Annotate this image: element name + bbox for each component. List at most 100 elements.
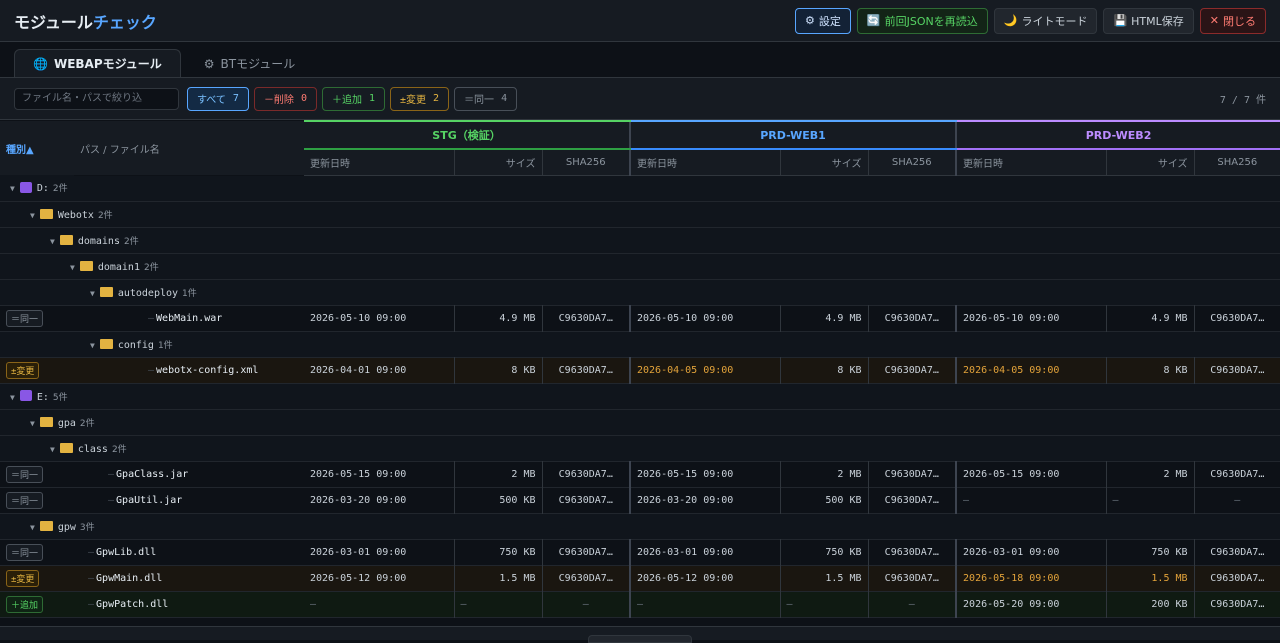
filter-added-button[interactable]: ＋追加 1	[321, 86, 385, 111]
tab-webap[interactable]: 🌐 WEBAPモジュール	[14, 49, 181, 77]
file-row[interactable]: ±変更 – webotx-config.xml 2026-04-01 09:00 8 K…	[0, 357, 1280, 383]
filter-added-count: 1	[368, 93, 375, 104]
folder-row[interactable]: ▼ gpa 2件	[0, 409, 1280, 435]
stg-size: 4.9 MB	[453, 305, 542, 331]
stg-sha-header[interactable]: SHA256	[541, 149, 630, 176]
folder-cell	[74, 435, 1280, 461]
folder-cell	[74, 253, 1280, 279]
folder-row[interactable]: ▼ D: 2件	[0, 175, 1280, 201]
filter-all-button[interactable]: すべて 7	[187, 86, 249, 111]
gear-icon: ⚙	[805, 14, 815, 27]
folder-name: gpa	[57, 417, 76, 429]
stg-sha[interactable]: C9630DA7…	[541, 539, 630, 565]
web1-sha[interactable]: C9630DA7…	[867, 487, 957, 513]
caret-down-icon[interactable]: ▼	[30, 419, 35, 428]
web2-size: 750 KB	[1105, 539, 1195, 565]
web2-size-header[interactable]: サイズ	[1105, 149, 1195, 176]
folder-row[interactable]: ▼ E: 5件	[0, 383, 1280, 409]
filter-deleted-count: 0	[300, 93, 307, 104]
filter-changed-button[interactable]: ±変更 2	[390, 86, 450, 111]
caret-down-icon[interactable]: ▼	[10, 184, 15, 193]
settings-label: 設定	[818, 14, 841, 28]
folder-count: 2件	[79, 418, 95, 429]
folder-row[interactable]: ▼ autodeploy 1件	[0, 279, 1280, 305]
file-row[interactable]: ＝同一 – WebMain.war 2026-05-10 09:00 4.9 MB C96…	[0, 305, 1280, 331]
folder-row[interactable]: ▼ domains 2件	[0, 227, 1280, 253]
file-name: WebMain.war	[156, 312, 223, 324]
file-row[interactable]: ＝同一 – GpwLib.dll 2026-03-01 09:00 750 KB C963…	[0, 539, 1280, 565]
save-html-button[interactable]: 💾 HTML保存	[1103, 7, 1194, 34]
folder-icon	[39, 208, 53, 219]
web1-sha[interactable]: C9630DA7…	[867, 461, 957, 487]
panel-resize-handle[interactable]	[588, 635, 692, 643]
web2-sha[interactable]: C9630DA7…	[1193, 461, 1280, 487]
stg-sha[interactable]: C9630DA7…	[541, 461, 630, 487]
settings-button[interactable]: ⚙ 設定	[795, 7, 851, 34]
web2-sha[interactable]: C9630DA7…	[1193, 357, 1280, 383]
web2-size: 4.9 MB	[1105, 305, 1195, 331]
web1-size-header[interactable]: サイズ	[779, 149, 868, 176]
path-header[interactable]: パス / ファイル名	[74, 121, 304, 175]
file-row[interactable]: ±変更 – GpwMain.dll 2026-05-12 09:00 1.5 MB C96…	[0, 565, 1280, 591]
folder-row[interactable]: ▼ domain1 2件	[0, 253, 1280, 279]
kind-cell: ＝同一	[0, 539, 74, 565]
folder-row[interactable]: ▼ config 1件	[0, 331, 1280, 357]
stg-sha[interactable]: C9630DA7…	[541, 357, 630, 383]
filter-same-button[interactable]: ＝同一 4	[454, 86, 518, 111]
web1-sha-header[interactable]: SHA256	[867, 149, 957, 176]
stg-sha[interactable]: —	[541, 591, 630, 617]
web2-sha-header[interactable]: SHA256	[1193, 149, 1280, 176]
bottom-panel	[0, 626, 1280, 643]
web1-sha[interactable]: C9630DA7…	[867, 539, 957, 565]
web1-sha[interactable]: —	[867, 591, 957, 617]
tab-bt[interactable]: ⚙ BTモジュール	[185, 49, 315, 77]
stg-date-header[interactable]: 更新日時	[304, 149, 454, 176]
web1-sha[interactable]: C9630DA7…	[867, 357, 957, 383]
web1-date-header[interactable]: 更新日時	[629, 149, 780, 176]
folder-icon	[59, 234, 73, 245]
stg-size-header[interactable]: サイズ	[453, 149, 542, 176]
folder-count: 2件	[111, 444, 127, 455]
caret-down-icon[interactable]: ▼	[50, 445, 55, 454]
reload-json-button[interactable]: 🔄 前回JSONを再読込	[856, 7, 988, 34]
stg-sha[interactable]: C9630DA7…	[541, 305, 630, 331]
save-icon: 💾	[1113, 14, 1128, 27]
folder-row[interactable]: ▼ class 2件	[0, 435, 1280, 461]
stg-sha[interactable]: C9630DA7…	[541, 565, 630, 591]
folder-row[interactable]: ▼ gpw 3件	[0, 513, 1280, 539]
save-html-label: HTML保存	[1131, 14, 1184, 28]
web2-sha[interactable]: C9630DA7…	[1193, 305, 1280, 331]
status-badge: ＝同一	[6, 543, 44, 561]
app-title-main: モジュール	[14, 12, 93, 32]
caret-down-icon[interactable]: ▼	[90, 289, 95, 298]
stg-sha[interactable]: C9630DA7…	[541, 487, 630, 513]
file-row[interactable]: ＝同一 – GpaUtil.jar 2026-03-20 09:00 500 KB C96…	[0, 487, 1280, 513]
web2-sha[interactable]: C9630DA7…	[1193, 565, 1280, 591]
search-input[interactable]	[14, 87, 179, 110]
web1-sha[interactable]: C9630DA7…	[867, 565, 957, 591]
file-row[interactable]: ＝同一 – GpaClass.jar 2026-05-15 09:00 2 MB C963…	[0, 461, 1280, 487]
caret-down-icon[interactable]: ▼	[70, 263, 75, 272]
web2-date: 2026-05-10 09:00	[955, 305, 1107, 331]
folder-row[interactable]: ▼ Webotx 2件	[0, 201, 1280, 227]
caret-down-icon[interactable]: ▼	[10, 393, 15, 402]
web2-sha[interactable]: C9630DA7…	[1193, 591, 1280, 617]
web2-date-header[interactable]: 更新日時	[955, 149, 1107, 176]
web2-sha[interactable]: —	[1193, 487, 1280, 513]
caret-down-icon[interactable]: ▼	[30, 211, 35, 220]
kind-header[interactable]: 種別▲	[0, 121, 74, 175]
caret-down-icon[interactable]: ▼	[90, 341, 95, 350]
file-name-cell: – GpwPatch.dll	[74, 591, 304, 617]
web1-sha[interactable]: C9630DA7…	[867, 305, 957, 331]
theme-toggle-button[interactable]: 🌙 ライトモード	[993, 7, 1098, 34]
web2-sha[interactable]: C9630DA7…	[1193, 539, 1280, 565]
filter-added-label: ＋追加	[331, 95, 362, 106]
filter-deleted-button[interactable]: －削除 0	[253, 86, 317, 111]
caret-down-icon[interactable]: ▼	[50, 237, 55, 246]
folder-cell	[74, 383, 1280, 409]
tree-branch-icon: –	[108, 494, 115, 506]
caret-down-icon[interactable]: ▼	[30, 523, 35, 532]
close-button[interactable]: ✕ 閉じる	[1199, 7, 1266, 34]
kind-cell: ▼ D: 2件	[0, 175, 74, 201]
file-row[interactable]: ＋追加 – GpwPatch.dll — — — — — —2026-05-20 09:00 20…	[0, 591, 1280, 617]
